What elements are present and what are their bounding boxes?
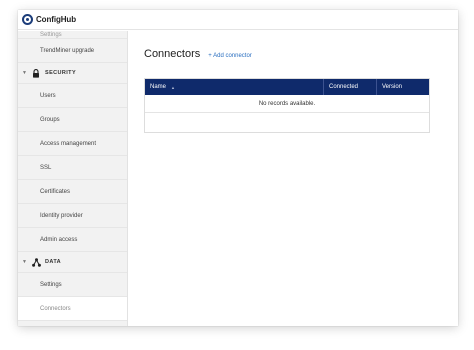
- sort-ascending-icon[interactable]: ▲: [171, 85, 175, 90]
- network-icon: [31, 257, 41, 267]
- top-bar: ConfigHub: [18, 10, 458, 30]
- app-window: ConfigHub Settings TrendMiner upgrade ▼ …: [18, 10, 458, 326]
- empty-state-message: No records available.: [145, 95, 429, 113]
- main-content: Connectors + Add connector Name ▲ Connec…: [129, 31, 458, 326]
- sidebar-item-trendminer-upgrade[interactable]: TrendMiner upgrade: [18, 39, 127, 63]
- lock-icon: [31, 68, 41, 78]
- sidebar-item-connectors[interactable]: Connectors: [18, 297, 127, 321]
- chevron-down-icon[interactable]: ▼: [22, 259, 31, 265]
- sidebar-item-users[interactable]: Users: [18, 84, 127, 108]
- column-header-label: Name: [150, 84, 167, 90]
- app-name[interactable]: ConfigHub: [36, 15, 76, 24]
- sidebar-section-data[interactable]: ▼ DATA: [18, 252, 127, 273]
- column-header-connected[interactable]: Connected: [323, 79, 376, 95]
- sidebar-section-label: SECURITY: [45, 70, 77, 76]
- confighub-logo-icon[interactable]: [22, 14, 33, 25]
- column-header-name[interactable]: Name ▲: [145, 79, 323, 95]
- sidebar-item-ssl[interactable]: SSL: [18, 156, 127, 180]
- sidebar-item-access-management[interactable]: Access management: [18, 132, 127, 156]
- sidebar-item-certificates[interactable]: Certificates: [18, 180, 127, 204]
- sidebar-item-groups[interactable]: Groups: [18, 108, 127, 132]
- sidebar-item-identity-provider[interactable]: Identity provider: [18, 204, 127, 228]
- title-row: Connectors + Add connector: [144, 48, 252, 60]
- table-header: Name ▲ Connected Version: [145, 79, 429, 95]
- chevron-down-icon[interactable]: ▼: [22, 70, 31, 76]
- sidebar: Settings TrendMiner upgrade ▼ SECURITY U…: [18, 31, 128, 326]
- connectors-table: Name ▲ Connected Version No records avai…: [144, 78, 430, 133]
- column-header-version[interactable]: Version: [376, 79, 429, 95]
- sidebar-item-admin-access[interactable]: Admin access: [18, 228, 127, 252]
- page-title: Connectors: [144, 48, 201, 60]
- sidebar-item-settings[interactable]: Settings: [18, 273, 127, 297]
- sidebar-section-security[interactable]: ▼ SECURITY: [18, 63, 127, 84]
- add-connector-link[interactable]: + Add connector: [208, 53, 252, 59]
- sidebar-item-settings-partial[interactable]: Settings: [18, 31, 127, 39]
- sidebar-section-label: DATA: [45, 259, 62, 265]
